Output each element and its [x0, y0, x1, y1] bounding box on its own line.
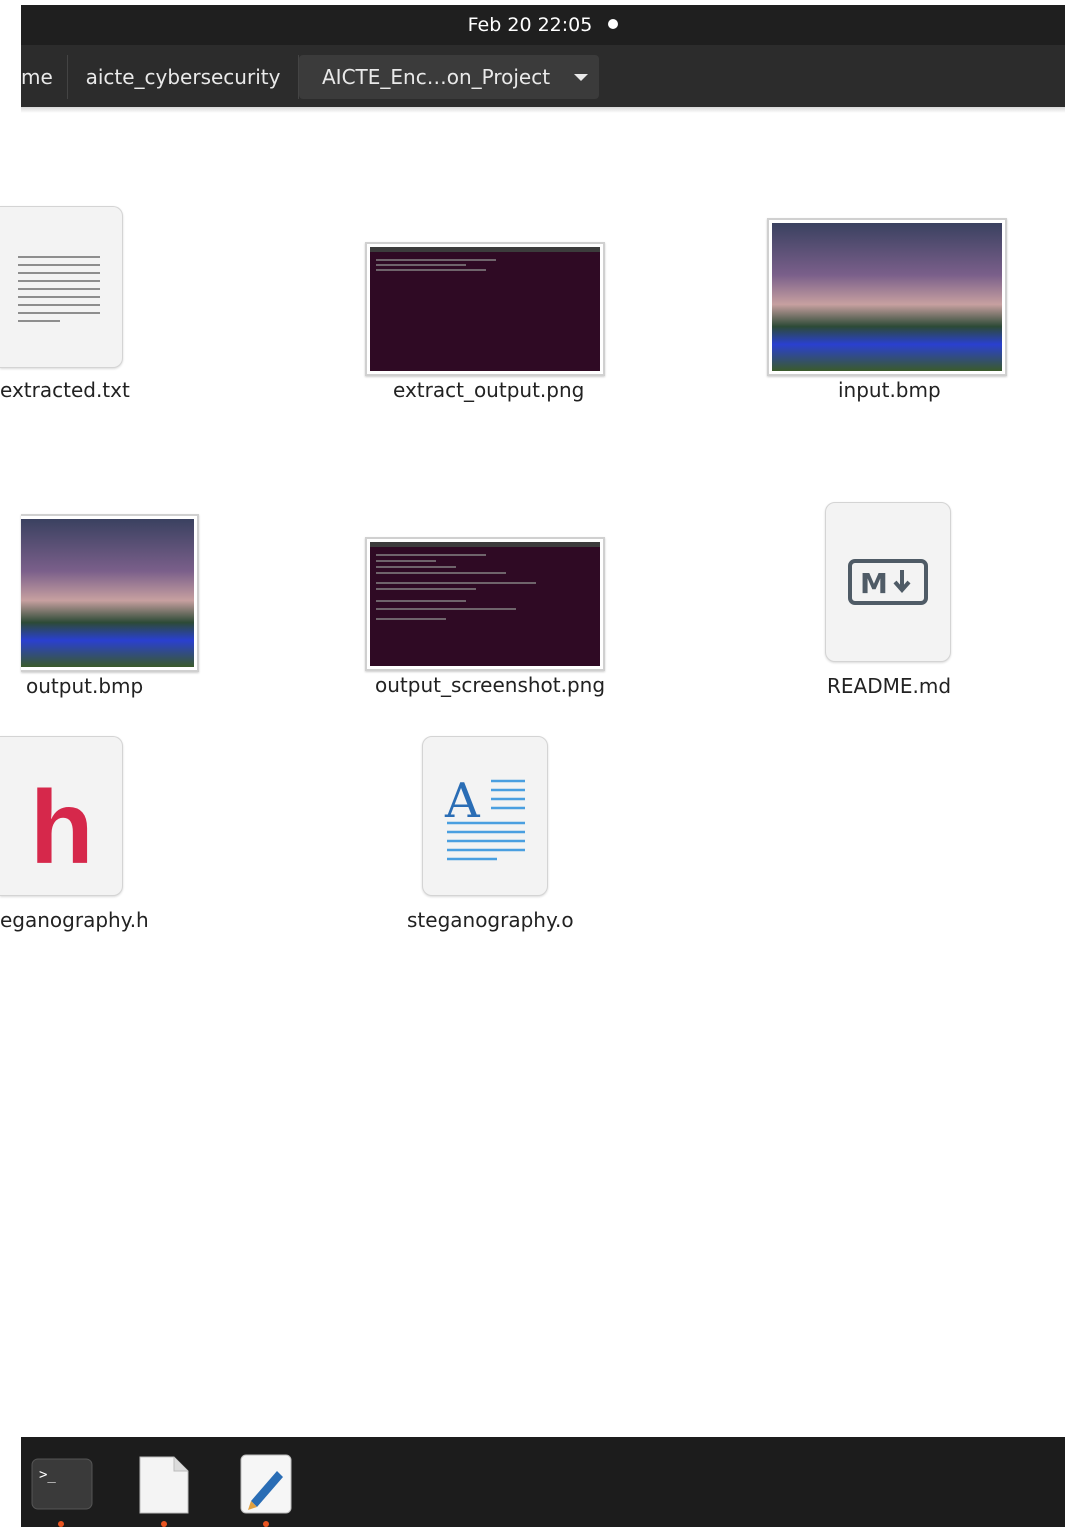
svg-text:M: M [860, 567, 888, 600]
text-file-icon [0, 206, 123, 368]
landscape-thumbnail [767, 218, 1007, 376]
svg-text:A: A [444, 773, 481, 829]
running-indicator [161, 1521, 167, 1527]
terminal-screenshot-thumbnail [365, 242, 605, 376]
terminal-screenshot-thumbnail [365, 537, 605, 671]
breadcrumb-aicte-cybersecurity[interactable]: aicte_cybersecurity [68, 55, 299, 99]
chevron-down-icon[interactable] [574, 73, 589, 81]
path-bar: me aicte_cybersecurity AICTE_Enc…on_Proj… [21, 45, 1065, 110]
file-name: output.bmp [26, 674, 144, 698]
object-file-icon: A [422, 736, 548, 896]
text-editor-icon[interactable] [239, 1451, 295, 1517]
file-name: input.bmp [838, 378, 941, 402]
breadcrumb-label: AICTE_Enc…on_Project [322, 65, 551, 89]
files-icon[interactable] [136, 1451, 192, 1517]
running-indicator [263, 1521, 269, 1527]
path-bar-shadow [21, 107, 1065, 113]
file-name: README.md [827, 674, 952, 698]
svg-text:>_: >_ [39, 1467, 56, 1483]
clock[interactable]: Feb 20 22:05 [21, 14, 1065, 36]
file-name: output_screenshot.png [375, 673, 606, 697]
dock: >_ [21, 1437, 1065, 1527]
file-item-steganography-h[interactable]: h eganography.h [0, 732, 200, 938]
c-header-icon: h [0, 736, 123, 896]
file-name: steganography.o [407, 908, 574, 932]
markdown-icon: M [825, 502, 951, 662]
file-item-extract-output-png[interactable]: extract_output.png [360, 240, 610, 410]
file-item-extracted-txt[interactable]: extracted.txt [0, 200, 200, 410]
file-item-output-bmp[interactable]: output.bmp [21, 512, 221, 702]
file-item-readme-md[interactable]: M README.md [810, 498, 970, 702]
notification-dot-icon [608, 18, 619, 29]
svg-text:h: h [30, 770, 94, 886]
landscape-thumbnail [21, 514, 199, 672]
file-name: extracted.txt [0, 378, 130, 402]
file-item-steganography-o[interactable]: A steganography.o [400, 732, 600, 938]
file-item-input-bmp[interactable]: input.bmp [765, 216, 1015, 410]
terminal-icon[interactable]: >_ [31, 1457, 93, 1511]
running-indicator [58, 1521, 64, 1527]
breadcrumb-label: aicte_cybersecurity [85, 65, 281, 89]
file-name: eganography.h [0, 908, 149, 932]
breadcrumb-label: me [21, 65, 53, 89]
top-bar: Feb 20 22:05 [21, 5, 1065, 45]
breadcrumb-current-folder[interactable]: AICTE_Enc…on_Project [299, 55, 599, 99]
file-item-output-screenshot-png[interactable]: output_screenshot.png [360, 535, 620, 702]
breadcrumb-home[interactable]: me [21, 55, 68, 99]
clock-label: Feb 20 22:05 [467, 14, 593, 36]
file-name: extract_output.png [393, 378, 585, 402]
